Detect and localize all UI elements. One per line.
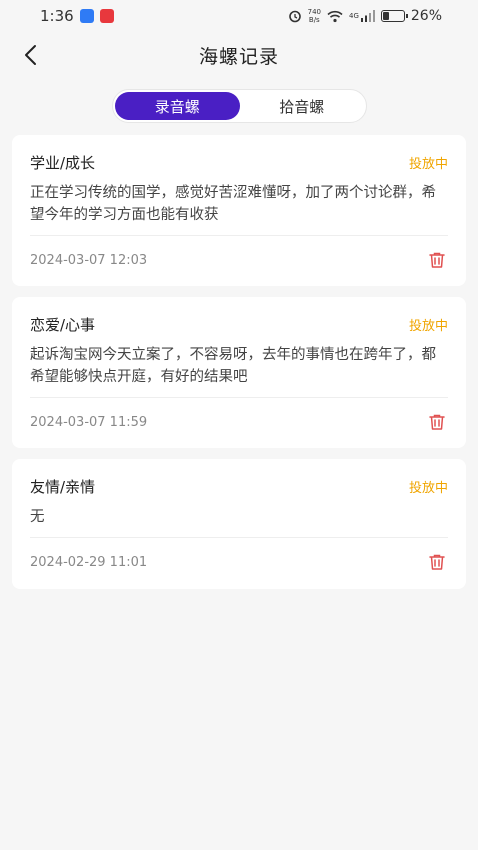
record-category: 学业/成长 xyxy=(30,153,96,172)
tab-picking-conch[interactable]: 拾音螺 xyxy=(240,92,365,120)
wifi-icon xyxy=(327,10,343,22)
app-notification-icon-2 xyxy=(99,9,114,23)
status-bar-left: 1:36 xyxy=(40,7,114,25)
record-content: 起诉淘宝网今天立案了，不容易呀，去年的事情也在跨年了，都希望能够快点开庭，有好的… xyxy=(30,347,436,385)
record-card[interactable]: 恋爱/心事 投放中 起诉淘宝网今天立案了，不容易呀，去年的事情也在跨年了，都希望… xyxy=(12,297,466,448)
back-button[interactable] xyxy=(16,40,46,70)
trash-icon xyxy=(429,252,445,268)
record-status-badge: 投放中 xyxy=(408,318,448,334)
tab-switcher: 录音螺 拾音螺 xyxy=(112,89,367,123)
page-title: 海螺记录 xyxy=(198,45,279,68)
app-notification-icon xyxy=(79,9,94,23)
record-date: 2024-03-07 12:03 xyxy=(30,252,148,268)
delete-button[interactable] xyxy=(426,551,448,573)
record-date: 2024-02-29 11:01 xyxy=(30,554,148,570)
status-bar: 1:36 740 B/s 4G 26% xyxy=(0,0,478,32)
net-speed-value: 740 xyxy=(307,8,321,16)
battery-icon xyxy=(380,10,408,22)
record-content: 无 xyxy=(30,509,45,525)
status-bar-right: 740 B/s 4G 26% xyxy=(288,8,442,24)
delete-button[interactable] xyxy=(426,249,448,271)
chevron-left-icon xyxy=(25,45,36,65)
alarm-icon xyxy=(288,10,301,23)
signal-icon xyxy=(360,10,375,22)
record-status-badge: 投放中 xyxy=(408,480,448,496)
record-status-badge: 投放中 xyxy=(408,156,448,172)
record-content: 正在学习传统的国学，感觉好苦涩难懂呀，加了两个讨论群，希望今年的学习方面也能有收… xyxy=(30,185,436,223)
status-time: 1:36 xyxy=(40,7,74,25)
trash-icon xyxy=(429,554,445,570)
tab-recording-conch[interactable]: 录音螺 xyxy=(115,92,240,120)
record-card[interactable]: 友情/亲情 投放中 无 2024-02-29 11:01 xyxy=(12,459,466,589)
net-speed-unit: B/s xyxy=(308,16,320,24)
header: 海螺记录 xyxy=(0,32,478,78)
net-speed: 740 B/s xyxy=(308,8,321,24)
record-category: 友情/亲情 xyxy=(30,477,96,496)
record-card[interactable]: 学业/成长 投放中 正在学习传统的国学，感觉好苦涩难懂呀，加了两个讨论群，希望今… xyxy=(12,135,466,286)
battery-percent: 26% xyxy=(410,8,442,24)
network-type: 4G xyxy=(348,12,359,20)
record-category: 恋爱/心事 xyxy=(30,315,96,334)
trash-icon xyxy=(429,414,445,430)
delete-button[interactable] xyxy=(426,411,448,433)
record-date: 2024-03-07 11:59 xyxy=(30,414,148,430)
